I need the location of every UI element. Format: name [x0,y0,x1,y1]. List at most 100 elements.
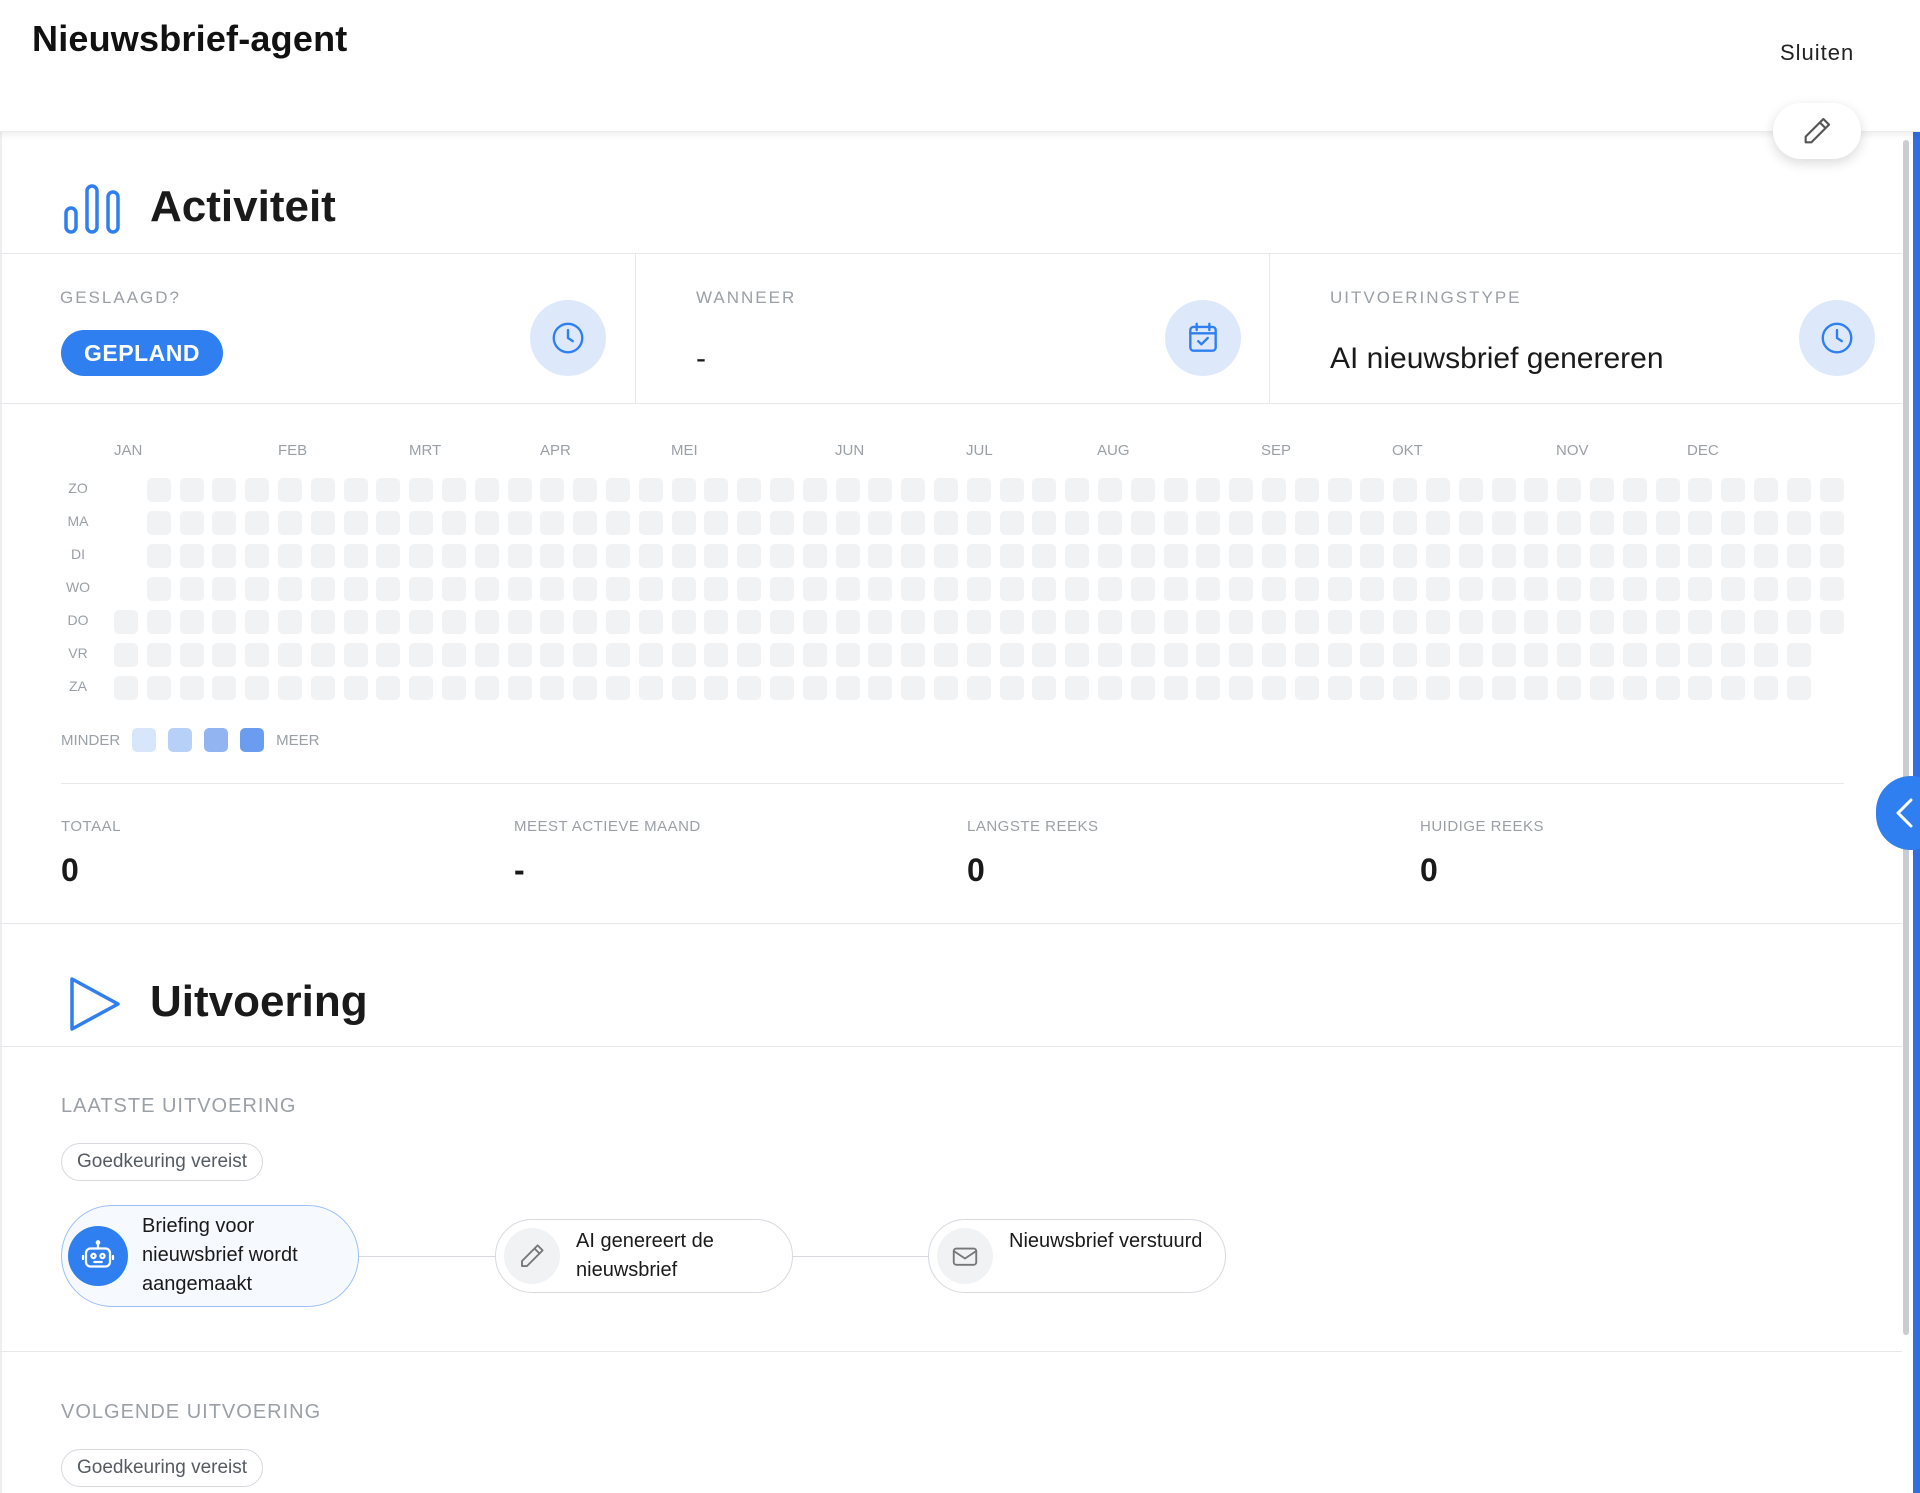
heatmap-cell [1524,643,1548,667]
heatmap-cell [1721,643,1745,667]
heatmap-cell [1131,478,1155,502]
heatmap-cell [1196,610,1220,634]
heatmap-cell [1426,643,1450,667]
heatmap-cell [639,511,663,535]
stat-value: - [696,342,706,375]
heatmap-cell [868,643,892,667]
pencil-icon [521,1244,544,1267]
heatmap-cell [704,544,728,568]
heatmap-cell [704,676,728,700]
month-label: JUL [966,442,993,459]
heatmap-cell [1426,676,1450,700]
day-label: ZA [69,678,87,694]
heatmap-cell [1229,643,1253,667]
scrollbar-thumb[interactable] [1903,140,1909,1335]
heatmap-cell [1787,643,1811,667]
heatmap-cell [1656,643,1680,667]
heatmap-cell [1196,544,1220,568]
heatmap-cell [1164,577,1188,601]
close-button[interactable]: Sluiten [1780,40,1854,66]
heatmap-cell [147,676,171,700]
heatmap-cell [1098,478,1122,502]
heatmap-cell [737,544,761,568]
heatmap-cell [1492,544,1516,568]
heatmap-cell [1000,676,1024,700]
stat-value: AI nieuwsbrief genereren [1330,342,1664,375]
heatmap-cell [1262,643,1286,667]
heatmap-cell [1524,610,1548,634]
heatmap-cell [1492,676,1516,700]
heatmap-cell [409,676,433,700]
heatmap-cell [344,577,368,601]
heatmap-cell [376,577,400,601]
heatmap-cell [770,577,794,601]
heatmap-cell [1557,577,1581,601]
heatmap-cell [1164,610,1188,634]
flow-step-sent[interactable]: Nieuwsbrief verstuurd [928,1219,1226,1293]
heatmap-cell [1295,643,1319,667]
heatmap-cell [737,577,761,601]
heatmap-cell [1295,511,1319,535]
heatmap-cell [1656,610,1680,634]
stat-label: GESLAAGD? [60,288,181,307]
page-title: Nieuwsbrief-agent [32,18,348,59]
heatmap-cell [803,478,827,502]
day-label: MA [67,513,89,529]
edit-button[interactable] [1773,103,1861,159]
heatmap-cell [606,643,630,667]
heatmap-cell [1262,610,1286,634]
heatmap-cell [868,511,892,535]
heatmap-cell [1590,643,1614,667]
heatmap-cell [376,511,400,535]
heatmap-cell [508,511,532,535]
step-icon [937,1228,993,1284]
heatmap-cell [737,610,761,634]
heatmap-cell [442,577,466,601]
heatmap-cell [1524,478,1548,502]
heatmap-cell [1426,478,1450,502]
heatmap-cell [836,676,860,700]
flow-step-briefing[interactable]: Briefing voor nieuwsbrief wordt aangemaa… [61,1205,359,1307]
heatmap-cell [1557,676,1581,700]
heatmap-cell [737,478,761,502]
robot-icon [81,1240,115,1268]
flow-step-ai-generate[interactable]: AI genereert de nieuwsbrief [495,1219,793,1293]
legend-less-label: MINDER [61,731,121,749]
total-value: 0 [1420,852,1438,888]
heatmap-cell [1524,544,1548,568]
heatmap-cell [1360,577,1384,601]
heatmap-cell [1623,676,1647,700]
heatmap-cell [1164,643,1188,667]
heatmap-cell [376,676,400,700]
heatmap-cell [278,676,302,700]
day-label: VR [68,645,88,661]
heatmap-cell [147,544,171,568]
heatmap-cell [475,610,499,634]
heatmap-cell [1492,577,1516,601]
heatmap-cell [1754,676,1778,700]
heatmap-cell [1328,544,1352,568]
heatmap-cell [1098,544,1122,568]
heatmap-cell [311,643,335,667]
approval-chip: Goedkeuring vereist [61,1449,264,1487]
heatmap-cell [737,676,761,700]
heatmap-cell [1688,676,1712,700]
heatmap-cell [1721,544,1745,568]
heatmap-cell [1196,478,1220,502]
heatmap-cell [311,610,335,634]
heatmap-cell [606,478,630,502]
heatmap-cell [901,610,925,634]
heatmap-cell [1098,610,1122,634]
step-icon [504,1228,560,1284]
heatmap-cell [1590,511,1614,535]
heatmap-cell [1328,610,1352,634]
heatmap-cell [1360,610,1384,634]
step-label: Briefing voor nieuwsbrief wordt aangemaa… [142,1215,298,1295]
heatmap-cell [1656,511,1680,535]
heatmap-cell [442,544,466,568]
heatmap-cell [1295,544,1319,568]
heatmap-cell [1164,676,1188,700]
heatmap-cell [1000,577,1024,601]
heatmap-cell [1196,511,1220,535]
heatmap-cell [1787,577,1811,601]
